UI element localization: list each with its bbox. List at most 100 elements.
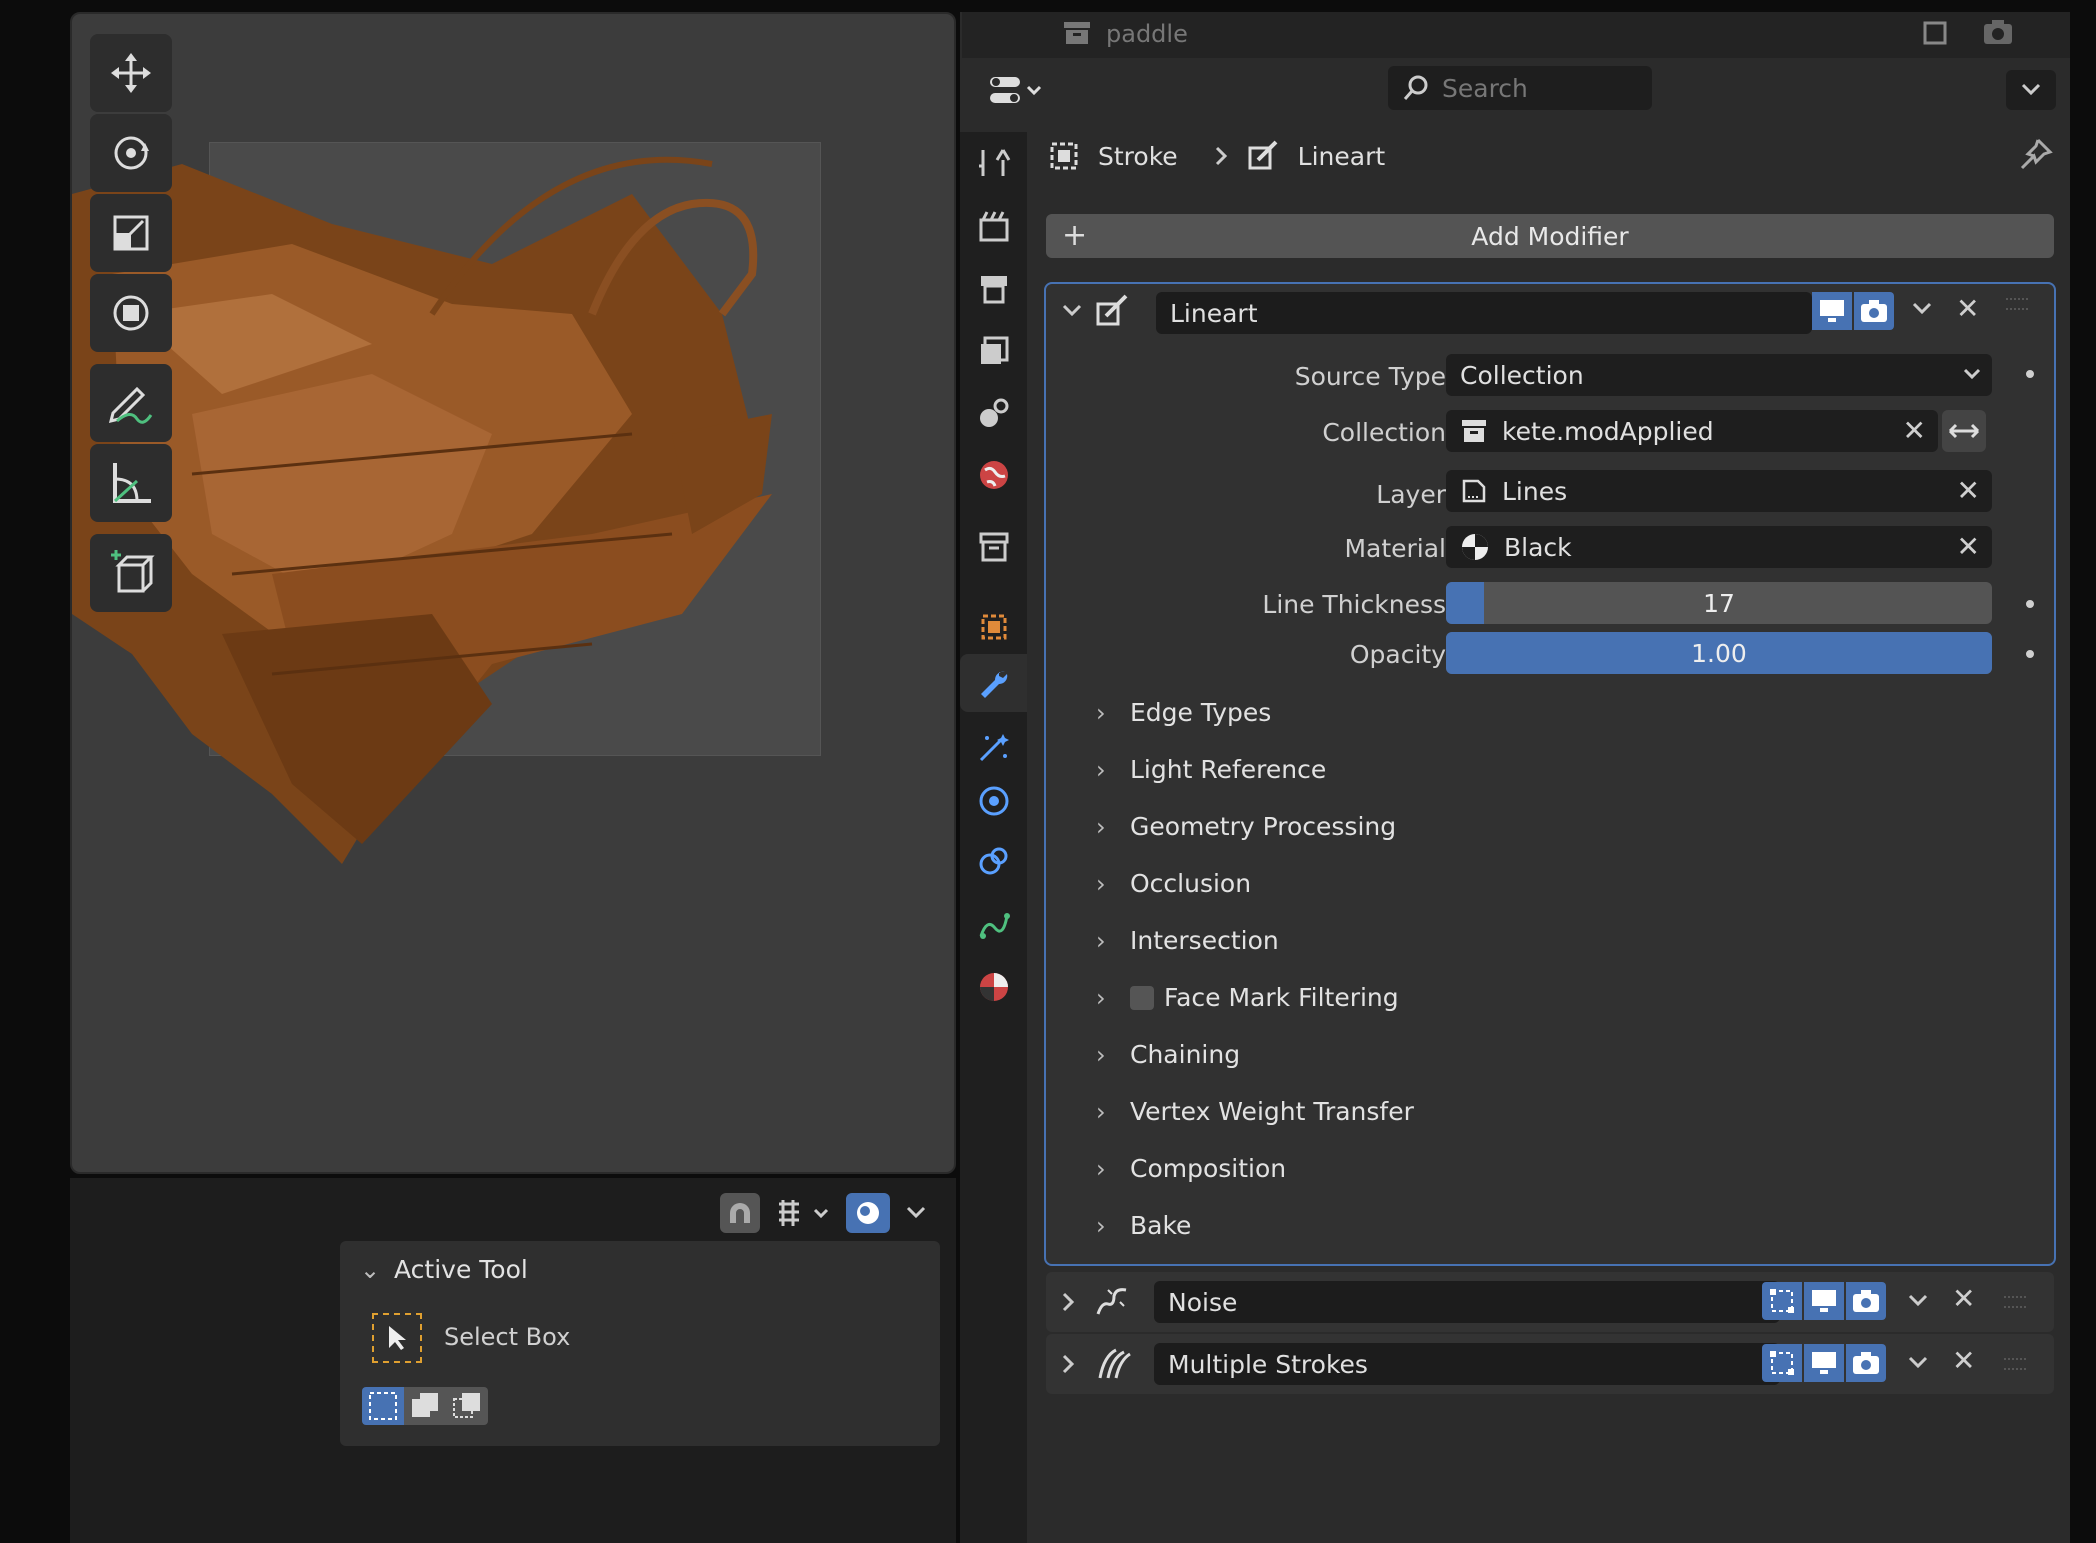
lineart-modifier-panel: Lineart ✕ Source Type Collection Collect…	[1044, 282, 2056, 1266]
subpanel-face-mark-filtering[interactable]: › Face Mark Filtering	[1096, 983, 1399, 1012]
face-mark-checkbox[interactable]	[1130, 985, 1154, 1010]
tab-render[interactable]	[960, 198, 1027, 256]
line-thickness-slider[interactable]: 17	[1446, 582, 1992, 624]
lineart-modifier-icon	[1246, 140, 1280, 172]
mode-extend-button[interactable]	[404, 1387, 446, 1425]
snap-target-icon[interactable]	[768, 1193, 838, 1233]
source-type-select[interactable]: Collection	[1446, 354, 1992, 396]
tab-object[interactable]	[960, 598, 1027, 656]
material-label: Material	[1344, 534, 1446, 563]
chevron-down-icon[interactable]	[1060, 298, 1084, 322]
mode-new-button[interactable]	[362, 1387, 404, 1425]
subpanel-composition[interactable]: › Composition	[1096, 1154, 1286, 1183]
search-input[interactable]: Search	[1388, 66, 1652, 110]
chevron-down-icon[interactable]	[1906, 1292, 1930, 1312]
remove-modifier-icon[interactable]: ✕	[1956, 292, 1979, 325]
subpanel-intersection[interactable]: › Intersection	[1096, 926, 1279, 955]
subpanel-label: Vertex Weight Transfer	[1130, 1097, 1414, 1126]
tab-tool[interactable]	[960, 134, 1027, 192]
measure-tool-button[interactable]	[90, 444, 172, 522]
clear-layer-icon[interactable]: ✕	[1957, 474, 1980, 507]
rotate-tool-button[interactable]	[90, 114, 172, 192]
display-in-viewport-toggle[interactable]	[1804, 1344, 1844, 1382]
snap-icon[interactable]	[720, 1193, 760, 1233]
tab-view-layer[interactable]	[960, 322, 1027, 380]
drag-handle-icon[interactable]	[2004, 1296, 2026, 1308]
scale-tool-button[interactable]	[90, 194, 172, 272]
move-tool-button[interactable]	[90, 34, 172, 112]
display-in-viewport-toggle[interactable]	[1812, 292, 1852, 330]
tab-world[interactable]	[960, 446, 1027, 504]
chevron-down-icon[interactable]	[2006, 70, 2056, 110]
mode-subtract-button[interactable]	[446, 1387, 488, 1425]
active-tool-header[interactable]: ⌄ Active Tool	[360, 1255, 528, 1284]
transform-tool-button[interactable]	[90, 274, 172, 352]
subpanel-edge-types[interactable]: › Edge Types	[1096, 698, 1271, 727]
tab-output[interactable]	[960, 260, 1027, 318]
pin-icon[interactable]	[2018, 136, 2054, 172]
drag-handle-icon[interactable]	[2006, 298, 2028, 310]
chevron-right-icon: ›	[1096, 1211, 1106, 1240]
swap-button[interactable]	[1942, 410, 1986, 452]
material-field[interactable]: Black ✕	[1446, 526, 1992, 568]
subpanel-bake[interactable]: › Bake	[1096, 1211, 1191, 1240]
chevron-down-icon[interactable]	[896, 1193, 936, 1233]
keyframe-dot[interactable]	[2026, 600, 2034, 608]
annotate-tool-button[interactable]	[90, 364, 172, 442]
proportional-editing-icon[interactable]	[846, 1193, 890, 1233]
display-in-viewport-toggle[interactable]	[1804, 1282, 1844, 1320]
source-type-value: Collection	[1460, 360, 1584, 390]
tab-shader-effects[interactable]	[960, 718, 1027, 776]
subpanel-light-reference[interactable]: › Light Reference	[1096, 755, 1326, 784]
modifier-name-input[interactable]: Lineart	[1156, 292, 1812, 334]
tab-collection[interactable]	[960, 518, 1027, 576]
camera-icon	[1851, 1288, 1881, 1314]
tab-physics[interactable]	[960, 772, 1027, 830]
render-toggle[interactable]	[1846, 1282, 1886, 1320]
subpanel-chaining[interactable]: › Chaining	[1096, 1040, 1240, 1069]
chevron-down-icon[interactable]	[1906, 1354, 1930, 1374]
select-new-icon	[362, 1387, 404, 1425]
render-toggle[interactable]	[1846, 1344, 1886, 1382]
clear-collection-icon[interactable]: ✕	[1903, 414, 1926, 447]
remove-modifier-icon[interactable]: ✕	[1952, 1344, 1975, 1377]
breadcrumb-object[interactable]: Stroke	[1098, 142, 1178, 171]
opacity-slider[interactable]: 1.00	[1446, 632, 1992, 674]
subpanel-geometry-processing[interactable]: › Geometry Processing	[1096, 812, 1396, 841]
multiple-strokes-name-input[interactable]: Multiple Strokes	[1154, 1343, 1780, 1385]
noise-name-input[interactable]: Noise	[1154, 1281, 1780, 1323]
edit-mode-toggle[interactable]	[1762, 1344, 1802, 1382]
modifier-name: Lineart	[1170, 298, 1258, 328]
transform-icon	[109, 291, 153, 335]
line-thickness-label: Line Thickness	[1262, 590, 1446, 619]
keyframe-dot[interactable]	[2026, 370, 2034, 378]
remove-modifier-icon[interactable]: ✕	[1952, 1282, 1975, 1315]
3d-viewport[interactable]	[70, 12, 956, 1174]
collection-field[interactable]: kete.modApplied ✕	[1446, 410, 1938, 452]
editor-type-icon[interactable]	[986, 68, 1046, 114]
drag-handle-icon[interactable]	[2004, 1358, 2026, 1370]
subpanel-vertex-weight-transfer[interactable]: › Vertex Weight Transfer	[1096, 1097, 1414, 1126]
maximize-icon[interactable]	[1922, 20, 1948, 46]
breadcrumb-modifier[interactable]: Lineart	[1298, 142, 1386, 171]
add-cube-tool-button[interactable]	[90, 534, 172, 612]
rotate-icon	[109, 131, 153, 175]
tab-modifiers[interactable]	[960, 654, 1027, 712]
edit-mode-toggle[interactable]	[1762, 1282, 1802, 1320]
camera-icon[interactable]	[1982, 18, 2014, 46]
chevron-right-icon[interactable]	[1060, 1352, 1076, 1376]
subpanel-occlusion[interactable]: › Occlusion	[1096, 869, 1251, 898]
chevron-right-icon[interactable]	[1060, 1290, 1076, 1314]
clear-material-icon[interactable]: ✕	[1957, 530, 1980, 563]
tab-object-data[interactable]	[960, 896, 1027, 954]
tab-constraints[interactable]	[960, 832, 1027, 890]
add-modifier-button[interactable]: + Add Modifier	[1046, 214, 2054, 258]
select-box-icon[interactable]	[372, 1313, 422, 1363]
keyframe-dot[interactable]	[2026, 650, 2034, 658]
breadcrumb: Stroke Lineart	[1048, 136, 1385, 176]
render-toggle[interactable]	[1854, 292, 1894, 330]
chevron-down-icon[interactable]	[1910, 300, 1934, 320]
tab-material[interactable]	[960, 958, 1027, 1016]
tab-scene[interactable]	[960, 384, 1027, 442]
layer-field[interactable]: Lines ✕	[1446, 470, 1992, 512]
